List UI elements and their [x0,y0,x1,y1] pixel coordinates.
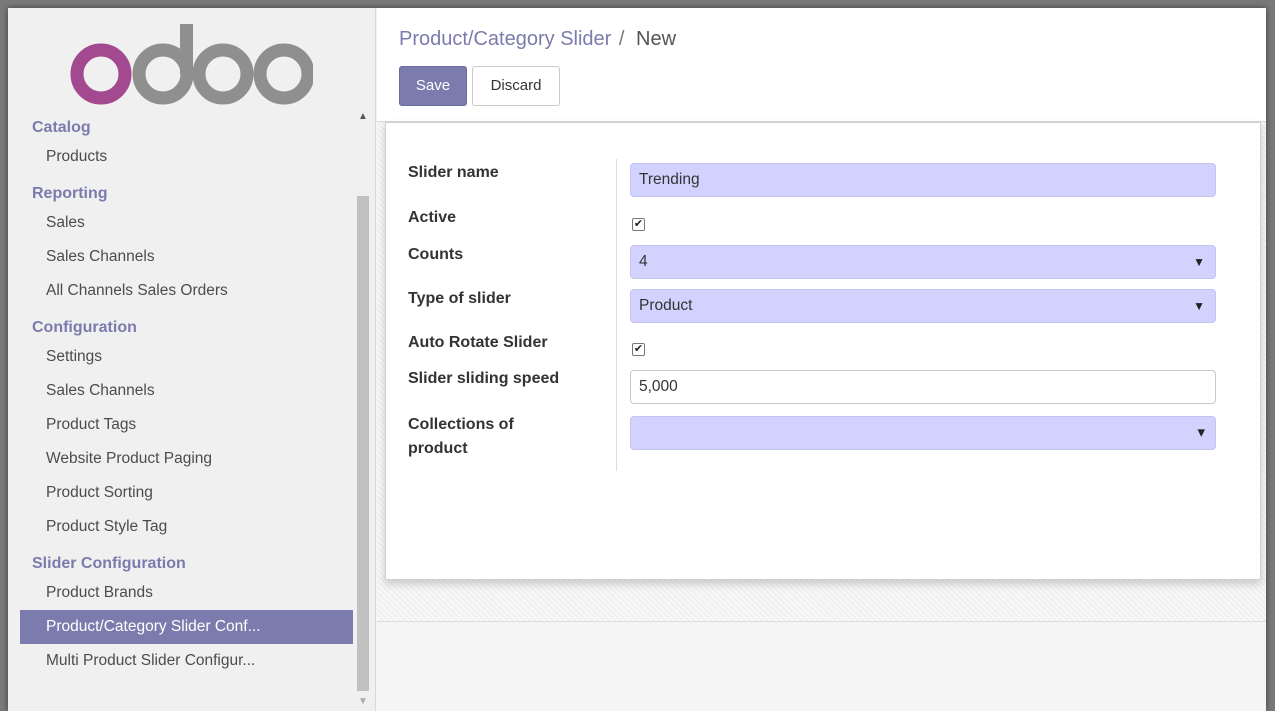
collections-select[interactable]: ▾ [630,416,1216,450]
counts-label: Counts [408,246,464,263]
sidebar-section-catalog: Catalog [32,119,91,136]
scroll-up-arrow-icon[interactable]: ▲ [354,108,372,126]
control-panel: Product/Category Slider / New Save Disca… [377,8,1266,122]
sidebar-item-sales[interactable]: Sales [20,206,353,240]
slider-name-label: Slider name [408,164,499,181]
sidebar: Catalog Products Reporting Sales Sales C… [8,8,376,711]
slider-name-input[interactable]: Trending [630,163,1216,197]
counts-select[interactable]: 4 ▼ [630,245,1216,279]
breadcrumb-separator: / [618,28,625,50]
auto-rotate-checkbox[interactable]: ✔ [632,343,645,356]
sidebar-item-product-style-tag[interactable]: Product Style Tag [20,510,353,544]
sidebar-section-slider-configuration: Slider Configuration [32,555,186,572]
type-of-slider-select[interactable]: Product ▼ [630,289,1216,323]
select-caret-icon: ▼ [1193,255,1205,269]
sidebar-item-sales-channels-report[interactable]: Sales Channels [20,240,353,274]
app-window: Catalog Products Reporting Sales Sales C… [8,8,1266,711]
save-button[interactable]: Save [399,66,467,106]
sidebar-section-configuration: Configuration [32,319,137,336]
dropdown-caret-icon: ▾ [1197,424,1205,441]
collections-label-line2: product [408,440,468,457]
form-background: Slider name Trending Active ✔ Counts 4 ▼… [377,122,1266,622]
scrollbar-thumb[interactable] [357,196,369,691]
sidebar-item-sales-channels-config[interactable]: Sales Channels [20,374,353,408]
select-caret-icon: ▼ [1193,299,1205,313]
sliding-speed-label: Slider sliding speed [408,370,560,387]
sidebar-item-product-category-slider-conf[interactable]: Product/Category Slider Conf... [20,610,353,644]
breadcrumb: Product/Category Slider / New [399,28,676,51]
sidebar-item-product-brands[interactable]: Product Brands [20,576,353,610]
sidebar-item-product-sorting[interactable]: Product Sorting [20,476,353,510]
sidebar-item-multi-product-slider-config[interactable]: Multi Product Slider Configur... [20,644,353,678]
sidebar-item-products[interactable]: Products [20,140,353,174]
type-of-slider-value: Product [639,297,693,314]
sidebar-item-website-product-paging[interactable]: Website Product Paging [20,442,353,476]
sidebar-section-reporting: Reporting [32,185,108,202]
breadcrumb-parent-link[interactable]: Product/Category Slider [399,28,611,50]
breadcrumb-current: New [636,28,677,50]
sidebar-item-settings[interactable]: Settings [20,340,353,374]
main-content: Product/Category Slider / New Save Disca… [377,8,1266,711]
sliding-speed-input[interactable]: 5,000 [630,370,1216,404]
sidebar-scrollbar[interactable]: ▲ ▼ [354,108,372,711]
discard-button[interactable]: Discard [472,66,560,106]
sidebar-menu: Catalog Products Reporting Sales Sales C… [20,108,353,678]
sidebar-item-product-tags[interactable]: Product Tags [20,408,353,442]
active-label: Active [408,209,457,226]
odoo-logo[interactable] [63,20,313,110]
auto-rotate-label: Auto Rotate Slider [408,334,548,351]
type-of-slider-label: Type of slider [408,290,511,307]
scroll-down-arrow-icon[interactable]: ▼ [354,693,372,711]
counts-value: 4 [639,253,648,270]
form-sheet: Slider name Trending Active ✔ Counts 4 ▼… [385,122,1261,580]
sidebar-item-all-channels-sales-orders[interactable]: All Channels Sales Orders [20,274,353,308]
collections-label-line1: Collections of [408,416,514,433]
active-checkbox[interactable]: ✔ [632,218,645,231]
form-divider [616,159,617,471]
